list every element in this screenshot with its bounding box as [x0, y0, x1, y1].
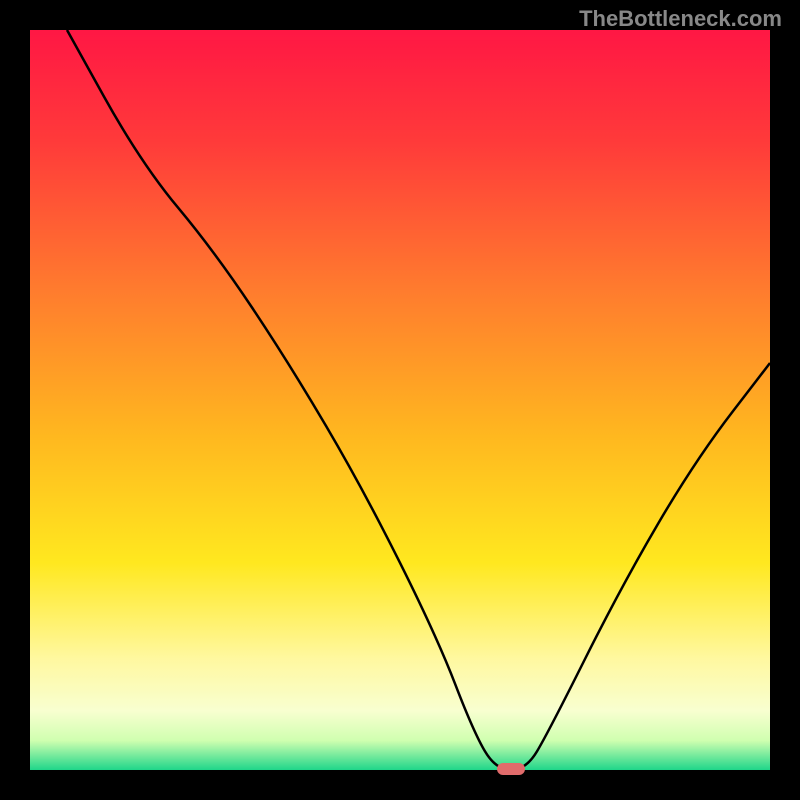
watermark-text: TheBottleneck.com [579, 6, 782, 32]
chart-svg [0, 0, 800, 800]
optimal-marker [497, 763, 525, 775]
bottleneck-chart: TheBottleneck.com [0, 0, 800, 800]
plot-background [30, 30, 770, 770]
